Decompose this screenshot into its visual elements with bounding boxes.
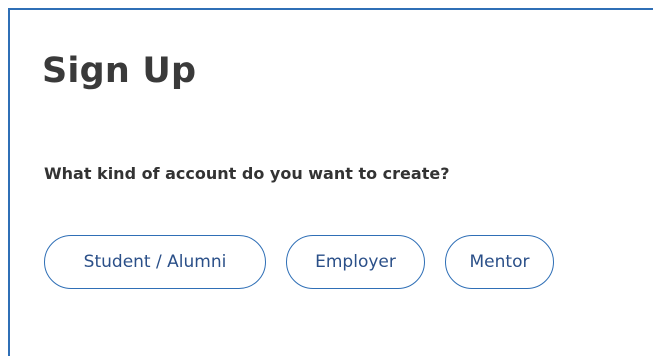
student-alumni-button[interactable]: Student / Alumni — [44, 235, 266, 289]
signup-panel: Sign Up What kind of account do you want… — [8, 8, 653, 356]
mentor-button[interactable]: Mentor — [445, 235, 554, 289]
employer-button[interactable]: Employer — [286, 235, 425, 289]
account-type-options: Student / Alumni Employer Mentor — [44, 235, 554, 289]
account-type-question: What kind of account do you want to crea… — [44, 164, 450, 183]
page-title: Sign Up — [42, 51, 197, 91]
